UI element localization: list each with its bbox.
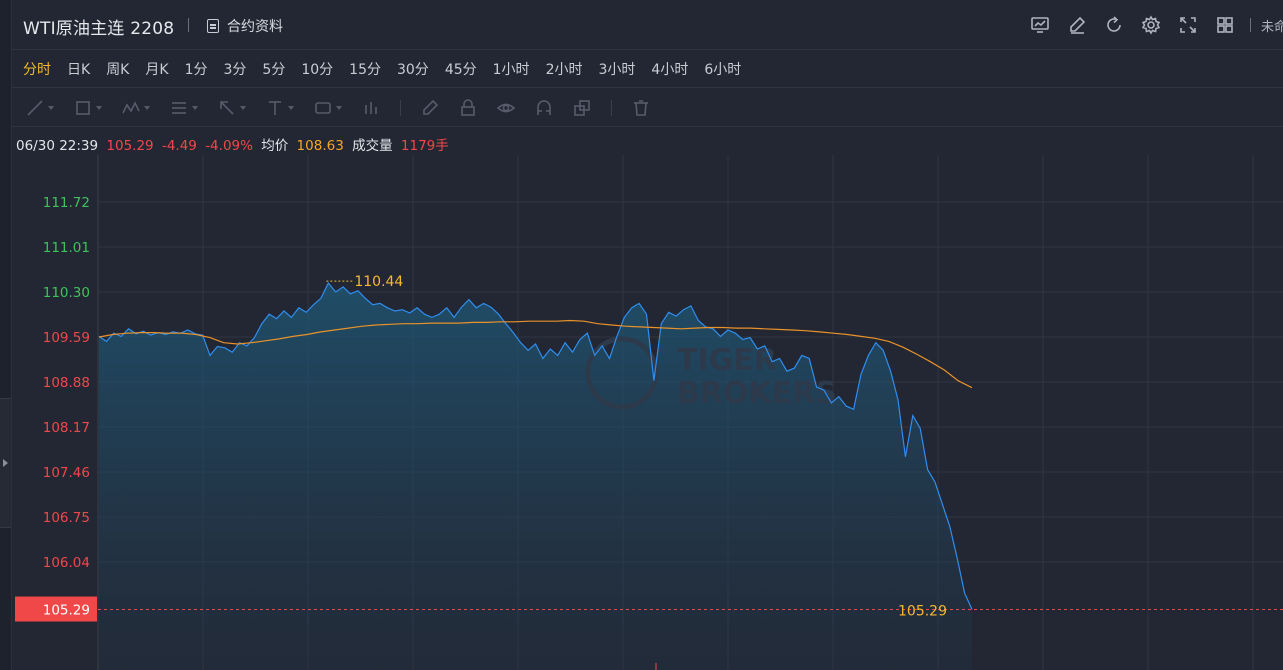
truncated-menu-label[interactable]: 未命 (1261, 16, 1283, 35)
pattern-tool-icon[interactable] (122, 99, 150, 117)
toolbar-divider (400, 99, 401, 116)
period-tab[interactable]: 10分 (301, 59, 333, 79)
period-tab[interactable]: 6小时 (704, 59, 741, 79)
contract-info-button[interactable]: 合约资料 (207, 16, 283, 36)
avg-price-value: 108.63 (296, 138, 344, 154)
magnet-icon[interactable] (535, 99, 553, 117)
edit-icon[interactable] (1066, 14, 1088, 36)
document-icon (207, 19, 219, 33)
max-price-label: 110.44 (354, 274, 403, 290)
header-bar: WTI原油主连 2208 合约资料 未命 (12, 0, 1283, 50)
label-tool-icon[interactable] (314, 99, 342, 117)
quote-datetime: 06/30 22:39 (16, 138, 99, 154)
period-tab[interactable]: 周K (106, 59, 129, 79)
period-tab[interactable]: 月K (145, 59, 168, 79)
drawing-toolbar (12, 89, 1283, 127)
period-tab[interactable]: 3分 (223, 59, 246, 79)
header-divider (188, 18, 189, 32)
period-tab[interactable]: 3小时 (598, 59, 635, 79)
period-tab[interactable]: 分时 (23, 59, 51, 79)
y-tick-label: 110.30 (43, 285, 90, 301)
settings-icon[interactable] (1140, 14, 1162, 36)
quote-info-bar: 06/30 22:39 105.29 -4.49 -4.09% 均价 108.6… (16, 134, 453, 154)
volume-label: 成交量 (352, 138, 393, 154)
period-tab[interactable]: 1小时 (493, 59, 530, 79)
chart-monitor-icon[interactable] (1029, 14, 1051, 36)
avg-price-label: 均价 (261, 138, 289, 154)
y-tick-label: 111.01 (43, 240, 90, 256)
toolbar-divider (1250, 18, 1251, 32)
chart-canvas[interactable]: 111.72 111.01 110.30 109.59 108.88 108.17 107.… (12, 155, 1283, 670)
y-tick-label: 111.72 (43, 195, 90, 211)
refresh-icon[interactable] (1103, 14, 1125, 36)
line-tool-icon[interactable] (26, 99, 54, 117)
current-price-axis-label: 105.29 (43, 603, 90, 619)
volume-value: 1179手 (400, 138, 449, 154)
expand-arrow-icon[interactable] (3, 459, 8, 467)
quote-price: 105.29 (106, 138, 154, 154)
eye-icon[interactable] (497, 99, 515, 117)
last-price-label: 105.29 (898, 604, 947, 620)
left-collapse-bar[interactable] (0, 0, 12, 670)
period-tab[interactable]: 30分 (397, 59, 429, 79)
bars-tool-icon[interactable] (362, 99, 380, 117)
period-tab[interactable]: 45分 (445, 59, 477, 79)
fullscreen-icon[interactable] (1177, 14, 1199, 36)
period-tab[interactable]: 1分 (185, 59, 208, 79)
clone-icon[interactable] (573, 99, 591, 117)
lock-icon[interactable] (459, 98, 477, 117)
arrow-tool-icon[interactable] (218, 99, 246, 117)
y-tick-label: 106.75 (43, 510, 90, 526)
period-tab[interactable]: 15分 (349, 59, 381, 79)
y-tick-label: 108.88 (43, 375, 90, 391)
price-area-fill (99, 283, 972, 670)
y-tick-label: 106.04 (43, 555, 90, 571)
header-toolbar: 未命 (1014, 14, 1283, 36)
period-tabs: 分时 日K 周K 月K 1分 3分 5分 10分 15分 30分 45分 1小时 2小时 3小时 4小时 6小… (12, 50, 1283, 88)
trash-icon[interactable] (632, 99, 650, 117)
toolbar-divider (611, 99, 612, 116)
fib-tool-icon[interactable] (170, 99, 198, 117)
period-tab[interactable]: 2小时 (546, 59, 583, 79)
period-tab[interactable]: 4小时 (651, 59, 688, 79)
y-tick-label: 107.46 (43, 465, 90, 481)
watermark-logo: BROKERS (677, 376, 837, 411)
y-tick-label: 109.59 (43, 330, 90, 346)
rect-tool-icon[interactable] (74, 99, 102, 117)
instrument-title: WTI原油主连 2208 (23, 19, 175, 39)
watermark-logo: TIGER (677, 343, 777, 378)
y-tick-label: 108.17 (43, 420, 90, 436)
quote-change: -4.49 (161, 138, 197, 154)
grid-icon[interactable] (1214, 14, 1236, 36)
pencil-icon[interactable] (421, 99, 439, 117)
text-tool-icon[interactable] (266, 99, 294, 117)
period-tab[interactable]: 5分 (262, 59, 285, 79)
period-tab[interactable]: 日K (67, 59, 90, 79)
price-chart[interactable]: 111.72 111.01 110.30 109.59 108.88 108.17 107.… (12, 155, 1283, 670)
quote-change-pct: -4.09% (205, 138, 253, 154)
contract-info-label: 合约资料 (227, 19, 283, 35)
